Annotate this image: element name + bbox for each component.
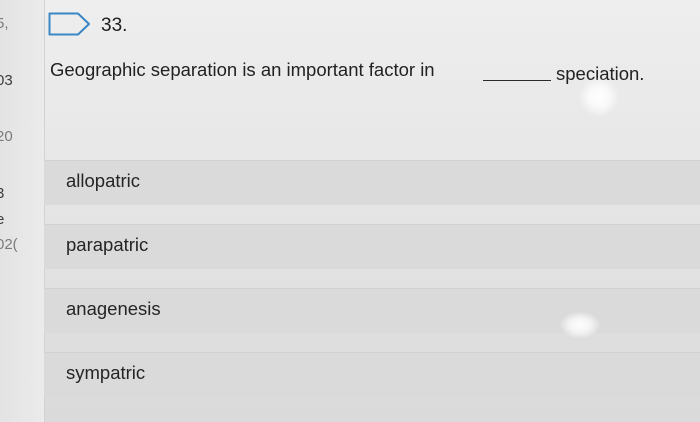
nav-number-partial[interactable]: 20: [0, 128, 13, 145]
nav-number-partial[interactable]: 02(: [0, 236, 18, 253]
answer-option-label: anagenesis: [66, 298, 161, 319]
nav-number-partial[interactable]: 5,: [0, 15, 9, 32]
question-text: Geographic separation is an important fa…: [50, 59, 435, 80]
answer-option-sympatric[interactable]: sympatric: [44, 352, 700, 397]
question-text-suffix: speciation.: [556, 63, 645, 84]
flag-outline-icon[interactable]: [48, 12, 92, 36]
answer-options: allopatric parapatric anagenesis sympatr…: [44, 160, 700, 416]
nav-number-partial[interactable]: 03: [0, 72, 13, 89]
answer-option-parapatric[interactable]: parapatric: [44, 224, 700, 269]
nav-number-partial[interactable]: e: [0, 211, 4, 228]
answer-option-anagenesis[interactable]: anagenesis: [44, 288, 700, 333]
answer-option-label: parapatric: [66, 234, 149, 255]
answer-option-label: allopatric: [66, 170, 141, 191]
answer-option-allopatric[interactable]: allopatric: [44, 160, 700, 205]
question-number: 33.: [101, 15, 128, 36]
answer-option-label: sympatric: [66, 362, 146, 383]
nav-number-partial[interactable]: 3: [0, 185, 4, 202]
fill-in-blank: [483, 80, 551, 81]
left-nav-strip: 5, 03 20 3 e 02(: [0, 0, 45, 422]
